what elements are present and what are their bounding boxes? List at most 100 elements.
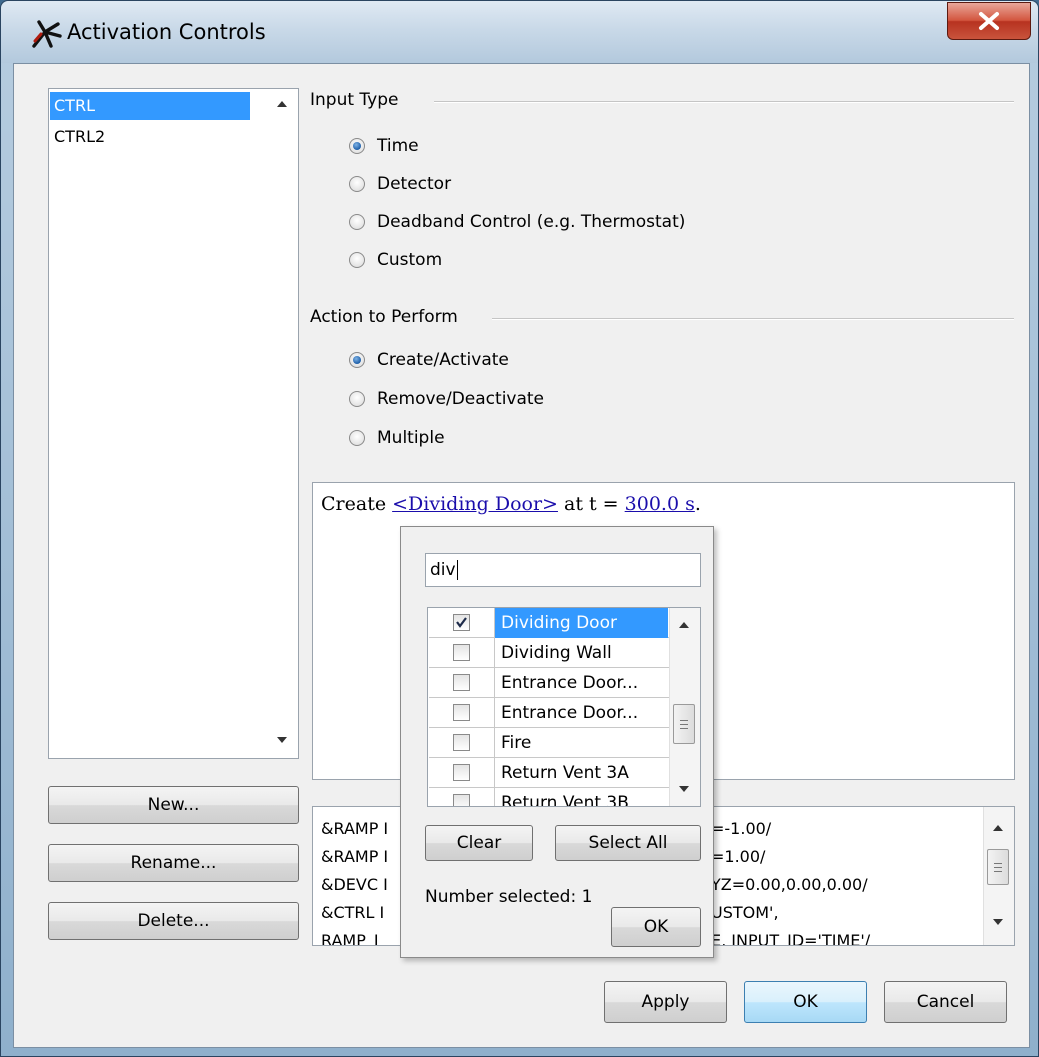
checkmark-icon	[456, 617, 467, 628]
picker-ok-button[interactable]: OK	[611, 907, 701, 947]
object-link[interactable]: <Dividing Door>	[392, 493, 558, 515]
grip-line	[994, 863, 1002, 864]
list-item[interactable]: Entrance Door...	[429, 698, 669, 728]
grip-line	[680, 728, 688, 729]
list-item[interactable]: Entrance Door...	[429, 668, 669, 698]
list-item[interactable]: CTRL	[50, 92, 250, 120]
action-group-label: Action to Perform	[310, 307, 458, 327]
radio-button-icon[interactable]	[349, 252, 365, 268]
controls-list[interactable]: CTRL CTRL2	[48, 88, 299, 759]
list-item[interactable]: Dividing Door	[429, 608, 669, 638]
object-checklist[interactable]: Dividing Door Dividing Wall Entrance Doo…	[427, 607, 701, 807]
list-item-label: Return Vent 3A	[501, 763, 629, 783]
radio-label: Remove/Deactivate	[377, 389, 545, 409]
activation-controls-window: Activation Controls CTRL CTRL2 New... Re…	[0, 0, 1039, 1057]
checkbox-cell[interactable]	[429, 668, 495, 698]
fds-line-tail: YZ=0.00,0.00,0.00/	[711, 875, 868, 894]
list-item-label: Dividing Wall	[501, 643, 612, 663]
fds-line-tail: =1.00/	[711, 847, 766, 866]
list-item-label: Entrance Door...	[501, 673, 639, 693]
checkbox-cell[interactable]	[429, 758, 495, 788]
select-all-button[interactable]: Select All	[555, 825, 701, 861]
filter-input[interactable]: div	[425, 553, 701, 587]
scroll-up-arrow-icon[interactable]	[277, 101, 287, 107]
grip-line	[994, 867, 1002, 868]
dialog-client-area: CTRL CTRL2 New... Rename... Delete... In…	[13, 63, 1030, 1048]
scroll-up-arrow-icon[interactable]	[993, 825, 1003, 831]
list-item-label: CTRL	[54, 96, 95, 115]
list-item-label: CTRL2	[54, 127, 106, 146]
checkbox[interactable]	[453, 614, 470, 631]
checkbox[interactable]	[453, 764, 470, 781]
fds-line-tail: =-1.00/	[711, 819, 772, 838]
grip-line	[994, 871, 1002, 872]
radio-label: Custom	[377, 250, 443, 270]
time-link[interactable]: 300.0 s	[625, 493, 695, 515]
input-type-group-label: Input Type	[310, 90, 399, 110]
scroll-thumb[interactable]	[673, 704, 695, 744]
checkbox[interactable]	[453, 674, 470, 691]
scroll-down-arrow-icon[interactable]	[993, 919, 1003, 925]
new-button[interactable]: New...	[48, 786, 299, 824]
group-divider	[492, 318, 1014, 320]
rename-button[interactable]: Rename...	[48, 844, 299, 882]
radio-label: Create/Activate	[377, 350, 509, 370]
group-divider	[434, 101, 1014, 103]
fds-line: &CTRL I	[321, 903, 385, 922]
radio-label: Deadband Control (e.g. Thermostat)	[377, 212, 686, 232]
checkbox-cell[interactable]	[429, 638, 495, 668]
scroll-up-arrow-icon[interactable]	[679, 622, 689, 628]
radio-button-icon[interactable]	[349, 352, 365, 368]
selected-count-label: Number selected: 1	[425, 887, 593, 907]
description-middle: at t =	[557, 493, 625, 515]
list-item[interactable]: Return Vent 3B	[429, 788, 669, 806]
radio-button-icon[interactable]	[349, 176, 365, 192]
radio-button-icon[interactable]	[349, 214, 365, 230]
fds-line: RAMP_I	[321, 931, 379, 946]
scroll-down-arrow-icon[interactable]	[277, 737, 287, 743]
fds-line-tail: USTOM',	[711, 903, 779, 922]
checkbox[interactable]	[453, 734, 470, 751]
object-checklist-scrollbar[interactable]	[669, 608, 700, 806]
radio-button-icon[interactable]	[349, 138, 365, 154]
scroll-thumb[interactable]	[987, 849, 1009, 885]
apply-button[interactable]: Apply	[604, 981, 727, 1023]
checkbox[interactable]	[453, 794, 470, 806]
list-item[interactable]: CTRL2	[50, 123, 250, 151]
controls-list-scrollbar[interactable]	[268, 89, 298, 758]
checkbox-cell[interactable]	[429, 728, 495, 758]
fds-text-scrollbar[interactable]	[983, 807, 1014, 945]
grip-line	[680, 720, 688, 721]
list-item[interactable]: Dividing Wall	[429, 638, 669, 668]
radio-button-icon[interactable]	[349, 391, 365, 407]
grip-line	[680, 724, 688, 725]
description-text: Create <Dividing Door> at t = 300.0 s.	[321, 493, 701, 515]
radio-label: Multiple	[377, 428, 445, 448]
list-item-label: Entrance Door...	[501, 703, 639, 723]
fds-line: &RAMP I	[321, 819, 389, 838]
filter-input-value: div	[430, 560, 456, 580]
app-logo-icon	[32, 20, 62, 48]
checkbox[interactable]	[453, 644, 470, 661]
window-title: Activation Controls	[67, 20, 266, 44]
radio-label: Time	[377, 136, 419, 156]
description-suffix: .	[694, 493, 701, 515]
close-icon	[979, 12, 999, 30]
clear-button[interactable]: Clear	[425, 825, 533, 861]
list-item[interactable]: Fire	[429, 728, 669, 758]
cancel-button[interactable]: Cancel	[884, 981, 1007, 1023]
list-item[interactable]: Return Vent 3A	[429, 758, 669, 788]
title-bar[interactable]: Activation Controls	[1, 1, 1038, 63]
description-prefix: Create	[321, 493, 393, 515]
delete-button[interactable]: Delete...	[48, 902, 299, 940]
radio-button-icon[interactable]	[349, 430, 365, 446]
scroll-down-arrow-icon[interactable]	[679, 786, 689, 792]
close-button[interactable]	[947, 2, 1031, 40]
checkbox-cell[interactable]	[429, 788, 495, 806]
list-item-label: Dividing Door	[495, 608, 668, 638]
radio-label: Detector	[377, 174, 452, 194]
ok-button[interactable]: OK	[744, 981, 867, 1023]
checkbox-cell[interactable]	[429, 698, 495, 728]
checkbox[interactable]	[453, 704, 470, 721]
checkbox-cell[interactable]	[429, 608, 495, 638]
